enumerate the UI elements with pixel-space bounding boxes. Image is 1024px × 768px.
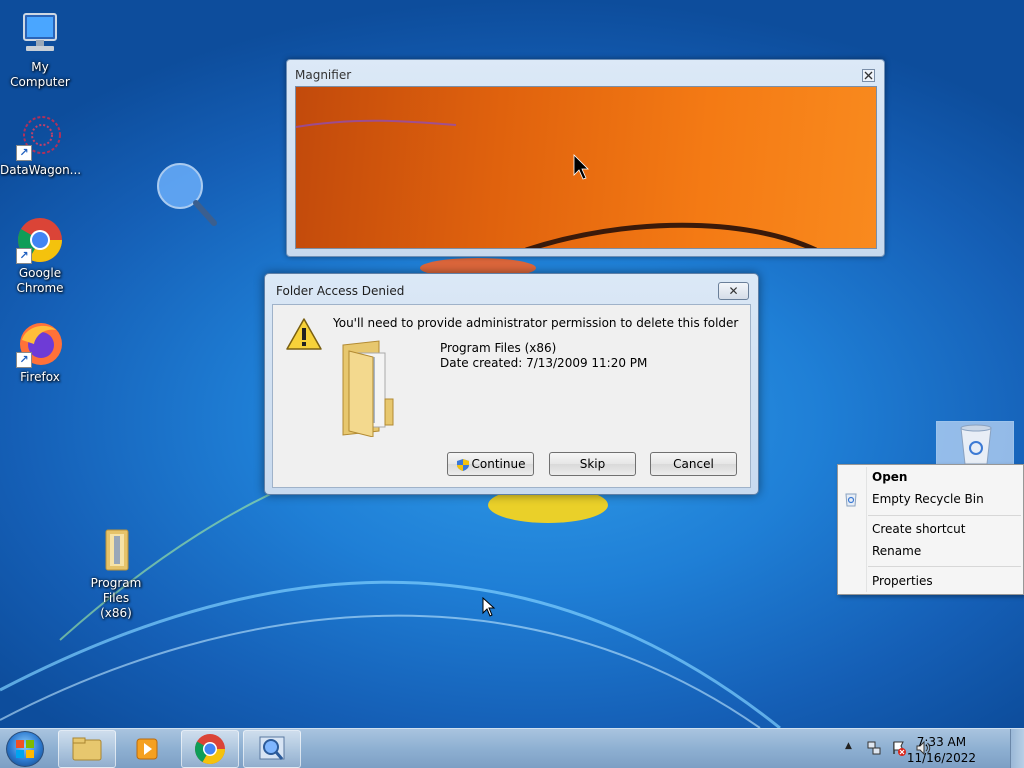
context-menu-gutter: [866, 467, 867, 592]
taskbar: ▲ 7:33 AM 11/16/2022: [0, 728, 1024, 768]
context-menu-item-open[interactable]: Open: [872, 470, 907, 484]
desktop-icon-recycle-bin[interactable]: [936, 421, 1014, 465]
firefox-icon: ↗: [16, 320, 64, 368]
shortcut-arrow-icon: ↗: [16, 248, 32, 264]
taskbar-chrome-button[interactable]: [181, 730, 239, 768]
context-menu-item-create-shortcut[interactable]: Create shortcut: [872, 522, 965, 536]
magnifier-window[interactable]: Magnifier: [286, 59, 885, 257]
clock-date: 11/16/2022: [906, 751, 976, 765]
context-menu-item-rename[interactable]: Rename: [872, 544, 921, 558]
magnified-content: [296, 119, 818, 248]
dialog-title: Folder Access Denied: [276, 284, 405, 298]
taskbar-explorer-button[interactable]: [58, 730, 116, 768]
context-menu-item-empty-recycle-bin[interactable]: Empty Recycle Bin: [872, 492, 984, 506]
shortcut-arrow-icon: ↗: [16, 145, 32, 161]
magnifier-view[interactable]: [295, 86, 877, 249]
uac-shield-icon: [456, 458, 469, 471]
desktop-icon-label: Firefox: [20, 370, 60, 384]
action-center-icon[interactable]: [891, 740, 907, 756]
network-icon[interactable]: [866, 740, 882, 756]
desktop-icon-my-computer[interactable]: My Computer: [0, 10, 80, 90]
mouse-cursor-icon: [482, 597, 496, 617]
dialog-body: You'll need to provide administrator per…: [272, 304, 751, 488]
continue-button[interactable]: Continue: [447, 452, 534, 476]
tray-clock[interactable]: 7:33 AM 11/16/2022: [907, 734, 976, 766]
taskbar-media-player-button[interactable]: [118, 730, 176, 768]
windows-logo-icon: [16, 740, 34, 758]
magnifier-title: Magnifier: [295, 68, 352, 82]
close-icon: [864, 71, 873, 80]
shortcut-arrow-icon: ↗: [16, 352, 32, 368]
desktop-icon-program-files-x86[interactable]: Program Files (x86): [76, 526, 156, 621]
cancel-button-label: Cancel: [673, 457, 714, 471]
context-menu-separator: [868, 515, 1021, 516]
folder-icon: [342, 340, 394, 437]
desktop-icon-firefox[interactable]: ↗ Firefox: [0, 320, 80, 385]
desktop-icon-label: (x86): [100, 606, 132, 620]
cancel-button[interactable]: Cancel: [650, 452, 737, 476]
context-menu-item-properties[interactable]: Properties: [872, 574, 933, 588]
dialog-close-button[interactable]: ✕: [718, 282, 749, 300]
start-button[interactable]: [6, 731, 44, 767]
datawagon-icon: ↗: [16, 113, 64, 161]
desktop-icon-label: My Computer: [10, 60, 70, 89]
magnifier-icon: [259, 736, 285, 760]
folder-icon: [72, 737, 102, 761]
desktop-icon-label: Program Files: [90, 576, 142, 605]
desktop-icon-google-chrome[interactable]: ↗ Google Chrome: [0, 216, 80, 296]
context-menu[interactable]: Open Empty Recycle Bin Create shortcut R…: [837, 464, 1024, 595]
desktop-icon-label: DataWagon...: [0, 163, 82, 177]
magnifier-close-button[interactable]: [862, 69, 875, 82]
folder-name: Program Files (x86): [440, 341, 557, 355]
computer-icon: [16, 10, 64, 58]
folder-date-created: Date created: 7/13/2009 11:20 PM: [440, 356, 648, 370]
chrome-icon: ↗: [16, 216, 64, 264]
show-desktop-button[interactable]: [1010, 729, 1024, 768]
dialog-message: You'll need to provide administrator per…: [333, 316, 739, 330]
desktop-icon-label: Google: [18, 266, 62, 280]
recycle-bin-icon: [845, 493, 857, 507]
clock-time: 7:33 AM: [916, 735, 967, 749]
continue-button-label: Continue: [471, 457, 526, 471]
folder-icon: [92, 526, 140, 574]
skip-button[interactable]: Skip: [549, 452, 636, 476]
desktop[interactable]: My Computer ↗ DataWagon... ↗ Google Chro…: [0, 0, 1024, 728]
desktop-icon-label: Chrome: [16, 281, 64, 295]
recycle-bin-icon: [960, 424, 992, 465]
tray-expand-icon[interactable]: ▲: [845, 741, 852, 751]
warning-icon: [286, 318, 322, 350]
mouse-cursor-icon: [573, 154, 589, 180]
skip-button-label: Skip: [579, 457, 606, 471]
folder-access-denied-dialog[interactable]: Folder Access Denied ✕ You'll need to pr…: [264, 273, 759, 495]
taskbar-magnifier-button[interactable]: [243, 730, 301, 768]
chrome-icon: [194, 734, 225, 765]
media-player-icon: [136, 738, 158, 760]
context-menu-separator: [868, 566, 1021, 567]
desktop-icon-datawagon[interactable]: ↗ DataWagon...: [0, 113, 82, 178]
